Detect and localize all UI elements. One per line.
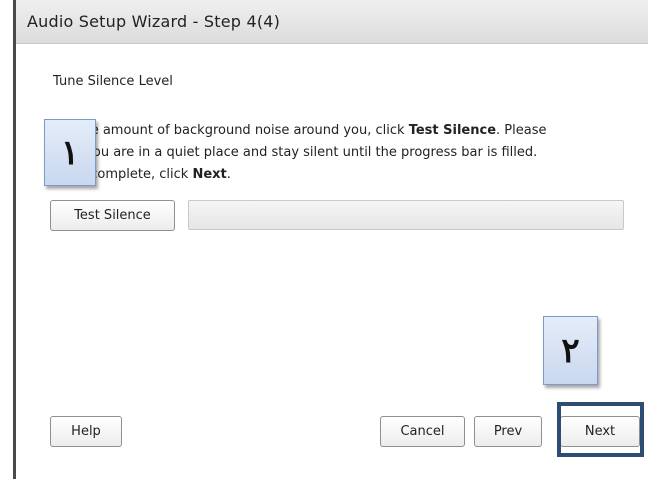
silence-progress-bar [188,200,624,230]
audio-setup-wizard-window: Audio Setup Wizard - Step 4(4) Tune Sile… [13,0,648,479]
title-bar: Audio Setup Wizard - Step 4(4) [16,0,648,44]
instruction-line-1: ect the amount of background noise aroun… [53,123,547,138]
callout-step-1: ١ [44,119,96,186]
instruction-line-2: sure you are in a quiet place and stay s… [53,145,538,160]
window-title: Audio Setup Wizard - Step 4(4) [27,12,281,31]
cancel-button[interactable]: Cancel [380,416,465,447]
help-button[interactable]: Help [50,416,122,447]
prev-button[interactable]: Prev [474,416,542,447]
instruction-line-3: his is complete, click Next. [53,167,231,182]
test-silence-button[interactable]: Test Silence [50,200,175,231]
callout-step-2: ٢ [543,316,598,385]
section-heading: Tune Silence Level [53,74,173,89]
instructions-text: ect the amount of background noise aroun… [53,120,633,186]
next-button-highlight [557,402,644,457]
